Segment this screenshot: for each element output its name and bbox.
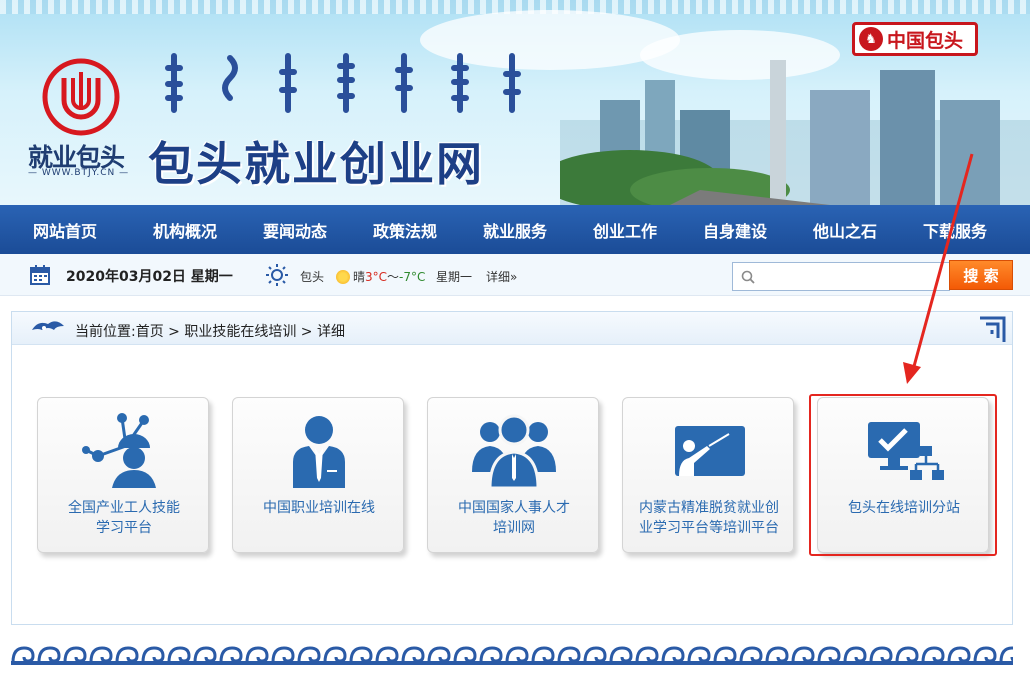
weather-city: 包头 xyxy=(300,270,325,284)
deer-logo-icon: ♞ xyxy=(859,27,883,51)
nav-item-home[interactable]: 网站首页 xyxy=(0,205,130,254)
card-label-line: 全国产业工人技能 xyxy=(68,500,180,516)
card-label-line: 培训网 xyxy=(493,520,535,536)
city-skyline-illustration xyxy=(560,60,1030,205)
card-label-line: 中国职业培训在线 xyxy=(263,500,375,516)
card-label: 内蒙古精准脱贫就业创 业学习平台等培训平台 xyxy=(629,498,789,538)
site-logo-icon[interactable] xyxy=(42,58,120,136)
calendar-icon xyxy=(30,265,50,285)
card-label: 中国职业培训在线 xyxy=(239,498,399,518)
nav-item-organization[interactable]: 机构概况 xyxy=(130,205,240,254)
weather-weekday: 星期一 xyxy=(436,270,473,284)
nav-item-news[interactable]: 要闻动态 xyxy=(240,205,350,254)
breadcrumb: 当前位置:首页 > 职业技能在线培训 > 详细 xyxy=(12,312,1012,345)
site-title: 包头就业创业网 xyxy=(148,137,484,191)
card-inner-mongolia-poverty-platform[interactable]: 内蒙古精准脱贫就业创 业学习平台等培训平台 xyxy=(622,397,794,553)
businessman-icon xyxy=(293,416,345,488)
card-label-line: 学习平台 xyxy=(96,520,152,536)
card-label-line: 内蒙古精准脱贫就业创 xyxy=(639,500,779,516)
team-people-icon xyxy=(472,414,556,488)
mongolian-script-decoration xyxy=(165,53,521,113)
card-china-vocational-training[interactable]: 中国职业培训在线 xyxy=(232,397,404,553)
corner-ornament-icon xyxy=(980,316,1006,342)
card-label: 中国国家人事人才 培训网 xyxy=(434,498,594,538)
weather-sunny-icon xyxy=(336,269,350,284)
search-box xyxy=(732,262,950,291)
card-national-personnel-talent[interactable]: 中国国家人事人才 培训网 xyxy=(427,397,599,553)
current-date: 2020年03月02日 星期一 xyxy=(66,269,233,285)
nav-item-self-building[interactable]: 自身建设 xyxy=(680,205,790,254)
card-label-line: 中国国家人事人才 xyxy=(458,500,570,516)
sun-icon xyxy=(266,264,288,286)
main-nav: 网站首页 机构概况 要闻动态 政策法规 就业服务 创业工作 自身建设 他山之石 … xyxy=(0,205,1030,254)
teaching-board-icon xyxy=(675,426,745,476)
highlight-box xyxy=(809,394,997,556)
cloud-ornament-icon xyxy=(32,321,64,330)
temp-low: -7°C xyxy=(399,269,426,284)
card-label: 全国产业工人技能 学习平台 xyxy=(44,498,204,538)
logo-url: — WWW.BTJY.CN — xyxy=(28,168,130,178)
temp-high: 3°C xyxy=(365,269,388,284)
search-input[interactable] xyxy=(761,263,941,290)
weather-info: 晴 3°C ～ -7°C xyxy=(336,268,425,285)
worker-network-icon xyxy=(82,413,156,488)
weather-detail-link[interactable]: 详细» xyxy=(486,268,517,285)
footer-line xyxy=(11,661,1013,665)
weather-desc: 晴 xyxy=(353,270,366,284)
content-panel: 当前位置:首页 > 职业技能在线培训 > 详细 全国产业工人技能 学习平台 中国… xyxy=(11,311,1013,625)
temp-separator: ～ xyxy=(387,270,400,284)
nav-item-reference[interactable]: 他山之石 xyxy=(790,205,900,254)
breadcrumb-text[interactable]: 当前位置:首页 > 职业技能在线培训 > 详细 xyxy=(75,321,345,341)
search-button[interactable]: 搜 索 xyxy=(949,260,1013,290)
search-icon xyxy=(741,270,755,284)
china-baotou-badge[interactable]: ♞ 中国包头 xyxy=(852,22,978,56)
header-banner: 就业包头 — WWW.BTJY.CN — 包头就业创业网 ♞ 中国包头 xyxy=(0,0,1030,205)
nav-item-entrepreneurship[interactable]: 创业工作 xyxy=(570,205,680,254)
card-national-worker-skills[interactable]: 全国产业工人技能 学习平台 xyxy=(37,397,209,553)
nav-item-policy[interactable]: 政策法规 xyxy=(350,205,460,254)
nav-item-downloads[interactable]: 下载服务 xyxy=(900,205,1010,254)
nav-item-employment[interactable]: 就业服务 xyxy=(460,205,570,254)
badge-text: 中国包头 xyxy=(887,29,964,52)
card-label-line: 业学习平台等培训平台 xyxy=(639,520,779,536)
